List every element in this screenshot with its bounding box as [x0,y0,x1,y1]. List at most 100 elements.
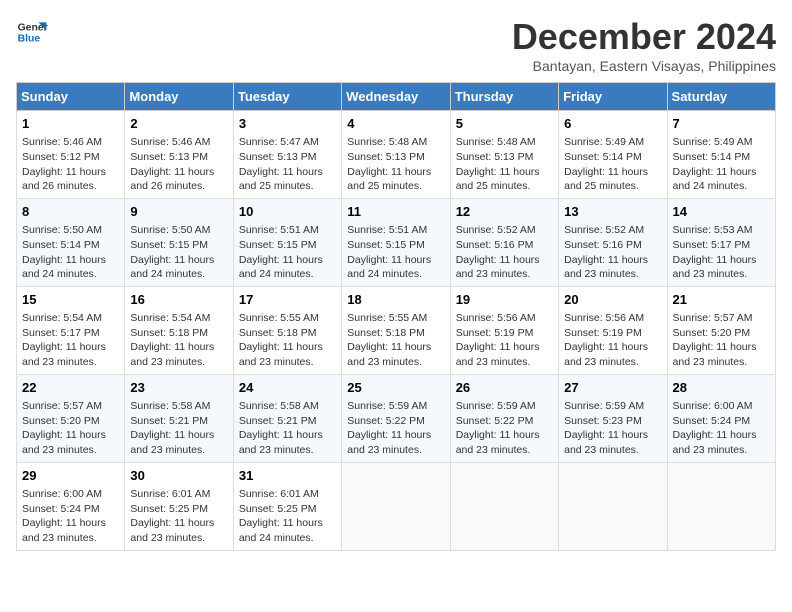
day-number: 5 [456,115,553,133]
day-info: Sunrise: 5:50 AM Sunset: 5:15 PM Dayligh… [130,223,227,282]
day-number: 22 [22,379,119,397]
day-info: Sunrise: 5:52 AM Sunset: 5:16 PM Dayligh… [564,223,661,282]
day-number: 27 [564,379,661,397]
calendar-cell: 23 Sunrise: 5:58 AM Sunset: 5:21 PM Dayli… [125,374,233,462]
calendar-cell [450,462,558,550]
day-number: 21 [673,291,770,309]
day-number: 1 [22,115,119,133]
calendar-cell: 3Sunrise: 5:47 AM Sunset: 5:13 PM Daylig… [233,111,341,199]
calendar-cell: 4 Sunrise: 5:48 AM Sunset: 5:13 PM Daylig… [342,111,450,199]
day-info: Sunrise: 5:48 AM Sunset: 5:13 PM Dayligh… [347,135,444,194]
calendar-cell: 1 Sunrise: 5:46 AM Sunset: 5:12 PM Daylig… [17,111,125,199]
calendar-cell: 2 Sunrise: 5:46 AM Sunset: 5:13 PM Daylig… [125,111,233,199]
calendar-cell: 24 Sunrise: 5:58 AM Sunset: 5:21 PM Dayli… [233,374,341,462]
calendar-cell: 14 Sunrise: 5:53 AM Sunset: 5:17 PM Dayli… [667,198,775,286]
calendar-cell: 20 Sunrise: 5:56 AM Sunset: 5:19 PM Dayli… [559,286,667,374]
weekday-header: Monday [125,83,233,111]
day-info: Sunrise: 5:51 AM Sunset: 5:15 PM Dayligh… [347,223,444,282]
svg-text:Blue: Blue [18,34,41,45]
day-number: 30 [130,467,227,485]
calendar-cell: 18 Sunrise: 5:55 AM Sunset: 5:18 PM Dayli… [342,286,450,374]
calendar-cell: 28 Sunrise: 6:00 AM Sunset: 5:24 PM Dayli… [667,374,775,462]
calendar-cell: 17 Sunrise: 5:55 AM Sunset: 5:18 PM Dayli… [233,286,341,374]
day-number: 24 [239,379,336,397]
calendar-cell: 22 Sunrise: 5:57 AM Sunset: 5:20 PM Dayli… [17,374,125,462]
logo-icon: General Blue [16,16,48,48]
day-number: 15 [22,291,119,309]
day-info: Sunrise: 6:00 AM Sunset: 5:24 PM Dayligh… [22,487,119,546]
day-info: Sunrise: 5:57 AM Sunset: 5:20 PM Dayligh… [22,399,119,458]
calendar-cell: 21 Sunrise: 5:57 AM Sunset: 5:20 PM Dayli… [667,286,775,374]
calendar-cell: 9Sunrise: 5:50 AM Sunset: 5:15 PM Daylig… [125,198,233,286]
day-number: 31 [239,467,336,485]
day-number: 10 [239,203,336,221]
day-info: Sunrise: 5:52 AM Sunset: 5:16 PM Dayligh… [456,223,553,282]
day-number: 20 [564,291,661,309]
day-info: Sunrise: 5:50 AM Sunset: 5:14 PM Dayligh… [22,223,119,282]
weekday-header: Thursday [450,83,558,111]
day-info: Sunrise: 5:59 AM Sunset: 5:22 PM Dayligh… [456,399,553,458]
weekday-header: Saturday [667,83,775,111]
day-info: Sunrise: 5:54 AM Sunset: 5:18 PM Dayligh… [130,311,227,370]
calendar-cell: 19Sunrise: 5:56 AM Sunset: 5:19 PM Dayli… [450,286,558,374]
day-number: 26 [456,379,553,397]
weekday-header: Tuesday [233,83,341,111]
day-number: 3 [239,115,336,133]
calendar-cell: 10 Sunrise: 5:51 AM Sunset: 5:15 PM Dayli… [233,198,341,286]
day-number: 8 [22,203,119,221]
day-info: Sunrise: 5:55 AM Sunset: 5:18 PM Dayligh… [347,311,444,370]
day-info: Sunrise: 5:51 AM Sunset: 5:15 PM Dayligh… [239,223,336,282]
weekday-header: Sunday [17,83,125,111]
calendar-cell: 27 Sunrise: 5:59 AM Sunset: 5:23 PM Dayli… [559,374,667,462]
day-number: 28 [673,379,770,397]
day-info: Sunrise: 5:46 AM Sunset: 5:13 PM Dayligh… [130,135,227,194]
calendar-cell: 29 Sunrise: 6:00 AM Sunset: 5:24 PM Dayli… [17,462,125,550]
day-number: 2 [130,115,227,133]
day-number: 25 [347,379,444,397]
day-info: Sunrise: 6:01 AM Sunset: 5:25 PM Dayligh… [130,487,227,546]
calendar-cell: 15 Sunrise: 5:54 AM Sunset: 5:17 PM Dayli… [17,286,125,374]
calendar-table: SundayMondayTuesdayWednesdayThursdayFrid… [16,82,776,551]
day-info: Sunrise: 5:53 AM Sunset: 5:17 PM Dayligh… [673,223,770,282]
weekday-header: Friday [559,83,667,111]
day-info: Sunrise: 5:54 AM Sunset: 5:17 PM Dayligh… [22,311,119,370]
day-info: Sunrise: 5:49 AM Sunset: 5:14 PM Dayligh… [673,135,770,194]
day-info: Sunrise: 6:01 AM Sunset: 5:25 PM Dayligh… [239,487,336,546]
day-info: Sunrise: 5:46 AM Sunset: 5:12 PM Dayligh… [22,135,119,194]
calendar-cell [559,462,667,550]
day-info: Sunrise: 5:59 AM Sunset: 5:23 PM Dayligh… [564,399,661,458]
month-title: December 2024 [512,16,776,58]
day-number: 11 [347,203,444,221]
calendar-cell: 8 Sunrise: 5:50 AM Sunset: 5:14 PM Daylig… [17,198,125,286]
day-info: Sunrise: 5:55 AM Sunset: 5:18 PM Dayligh… [239,311,336,370]
day-info: Sunrise: 5:48 AM Sunset: 5:13 PM Dayligh… [456,135,553,194]
day-number: 17 [239,291,336,309]
calendar-cell: 12 Sunrise: 5:52 AM Sunset: 5:16 PM Dayli… [450,198,558,286]
day-number: 14 [673,203,770,221]
day-info: Sunrise: 5:58 AM Sunset: 5:21 PM Dayligh… [130,399,227,458]
day-number: 29 [22,467,119,485]
calendar-cell [667,462,775,550]
title-block: December 2024 Bantayan, Eastern Visayas,… [512,16,776,74]
day-info: Sunrise: 6:00 AM Sunset: 5:24 PM Dayligh… [673,399,770,458]
calendar-cell: 5 Sunrise: 5:48 AM Sunset: 5:13 PM Daylig… [450,111,558,199]
day-info: Sunrise: 5:49 AM Sunset: 5:14 PM Dayligh… [564,135,661,194]
day-number: 18 [347,291,444,309]
page-header: General Blue December 2024 Bantayan, Eas… [16,16,776,74]
day-number: 23 [130,379,227,397]
day-info: Sunrise: 5:56 AM Sunset: 5:19 PM Dayligh… [564,311,661,370]
day-info: Sunrise: 5:57 AM Sunset: 5:20 PM Dayligh… [673,311,770,370]
day-number: 12 [456,203,553,221]
logo: General Blue [16,16,48,48]
calendar-cell: 11 Sunrise: 5:51 AM Sunset: 5:15 PM Dayli… [342,198,450,286]
calendar-cell: 16Sunrise: 5:54 AM Sunset: 5:18 PM Dayli… [125,286,233,374]
calendar-header: SundayMondayTuesdayWednesdayThursdayFrid… [17,83,776,111]
day-info: Sunrise: 5:58 AM Sunset: 5:21 PM Dayligh… [239,399,336,458]
day-number: 4 [347,115,444,133]
day-info: Sunrise: 5:56 AM Sunset: 5:19 PM Dayligh… [456,311,553,370]
weekday-header: Wednesday [342,83,450,111]
calendar-cell: 6Sunrise: 5:49 AM Sunset: 5:14 PM Daylig… [559,111,667,199]
calendar-cell: 7Sunrise: 5:49 AM Sunset: 5:14 PM Daylig… [667,111,775,199]
calendar-cell: 25 Sunrise: 5:59 AM Sunset: 5:22 PM Dayli… [342,374,450,462]
day-info: Sunrise: 5:59 AM Sunset: 5:22 PM Dayligh… [347,399,444,458]
